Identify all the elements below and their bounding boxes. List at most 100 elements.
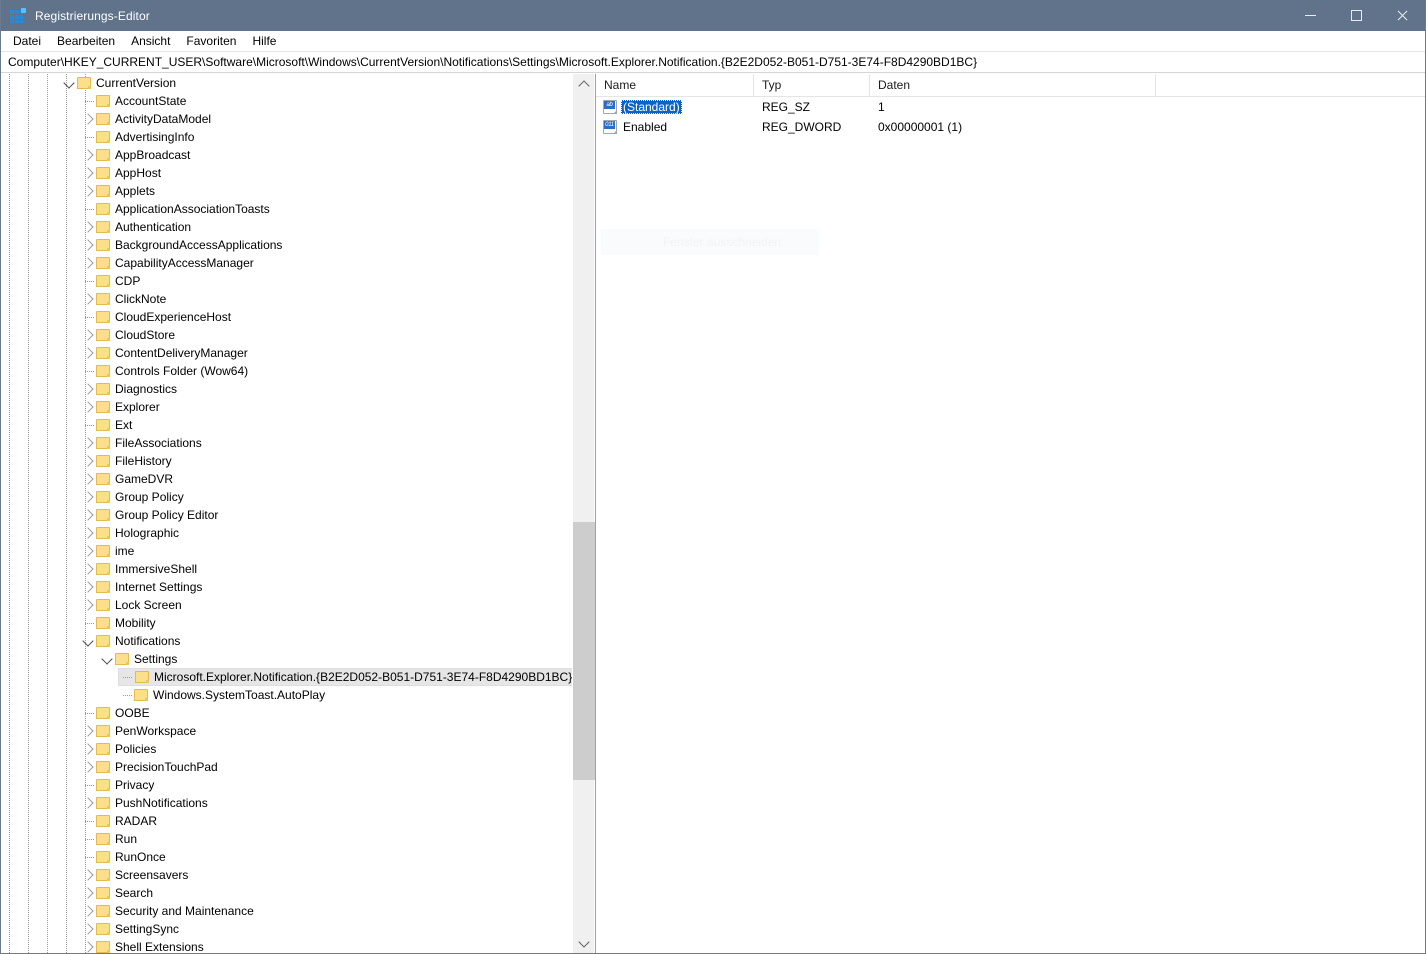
chevron-right-icon[interactable] xyxy=(80,326,96,344)
title-bar[interactable]: Registrierungs-Editor xyxy=(1,0,1425,31)
tree-node[interactable]: Internet Settings xyxy=(1,578,573,596)
tree-node-hit[interactable]: Privacy xyxy=(80,776,158,794)
chevron-down-icon[interactable] xyxy=(61,74,77,92)
tree-node[interactable]: Privacy xyxy=(1,776,573,794)
tree-node[interactable]: AppBroadcast xyxy=(1,146,573,164)
tree-node[interactable]: Screensavers xyxy=(1,866,573,884)
tree-node[interactable]: PushNotifications xyxy=(1,794,573,812)
tree-node-hit[interactable]: Group Policy Editor xyxy=(80,506,222,524)
tree-node[interactable]: ImmersiveShell xyxy=(1,560,573,578)
menu-item-favoriten[interactable]: Favoriten xyxy=(178,32,244,50)
tree-node-hit[interactable]: Controls Folder (Wow64) xyxy=(80,362,252,380)
tree-node[interactable]: CapabilityAccessManager xyxy=(1,254,573,272)
tree-node-hit[interactable]: RunOnce xyxy=(80,848,170,866)
tree-node-hit[interactable]: Search xyxy=(80,884,157,902)
tree-node[interactable]: Lock Screen xyxy=(1,596,573,614)
tree-node-hit[interactable]: ApplicationAssociationToasts xyxy=(80,200,274,218)
tree-node[interactable]: Settings xyxy=(1,650,573,668)
tree-node-hit[interactable]: Applets xyxy=(80,182,159,200)
tree-node[interactable]: BackgroundAccessApplications xyxy=(1,236,573,254)
tree-node-hit[interactable]: Explorer xyxy=(80,398,164,416)
chevron-right-icon[interactable] xyxy=(80,596,96,614)
menu-item-bearbeiten[interactable]: Bearbeiten xyxy=(49,32,123,50)
tree-node-hit[interactable]: RADAR xyxy=(80,812,161,830)
tree-node-hit[interactable]: FileAssociations xyxy=(80,434,206,452)
chevron-right-icon[interactable] xyxy=(80,236,96,254)
chevron-right-icon[interactable] xyxy=(80,524,96,542)
chevron-right-icon[interactable] xyxy=(80,578,96,596)
tree-node[interactable]: Group Policy Editor xyxy=(1,506,573,524)
tree-node[interactable]: SettingSync xyxy=(1,920,573,938)
tree-node[interactable]: Run xyxy=(1,830,573,848)
tree-node[interactable]: Notifications xyxy=(1,632,573,650)
tree-node-hit[interactable]: Mobility xyxy=(80,614,160,632)
column-header-name[interactable]: Name xyxy=(596,74,754,96)
chevron-right-icon[interactable] xyxy=(80,452,96,470)
tree-node-hit[interactable]: Group Policy xyxy=(80,488,188,506)
tree-node-hit[interactable]: OOBE xyxy=(80,704,154,722)
column-header-data[interactable]: Daten xyxy=(870,74,1156,96)
chevron-right-icon[interactable] xyxy=(80,182,96,200)
tree-node[interactable]: Shell Extensions xyxy=(1,938,573,953)
tree-vertical-scrollbar[interactable] xyxy=(572,74,595,953)
tree-node-hit[interactable]: ImmersiveShell xyxy=(80,560,201,578)
value-row[interactable]: 011 Enabled REG_DWORD 0x00000001 (1) xyxy=(596,117,1425,137)
tree-node-hit[interactable]: Shell Extensions xyxy=(80,938,208,953)
chevron-down-icon[interactable] xyxy=(80,632,96,650)
tree-node[interactable]: Mobility xyxy=(1,614,573,632)
minimize-button[interactable] xyxy=(1287,0,1333,31)
tree-node[interactable]: Explorer xyxy=(1,398,573,416)
tree-node-hit[interactable]: Screensavers xyxy=(80,866,192,884)
chevron-right-icon[interactable] xyxy=(80,740,96,758)
tree-node[interactable]: Security and Maintenance xyxy=(1,902,573,920)
tree-node[interactable]: PenWorkspace xyxy=(1,722,573,740)
chevron-right-icon[interactable] xyxy=(80,110,96,128)
tree-node[interactable]: Group Policy xyxy=(1,488,573,506)
tree-node-hit[interactable]: CurrentVersion xyxy=(61,74,180,92)
tree-node[interactable]: RunOnce xyxy=(1,848,573,866)
tree-node-hit[interactable]: ActivityDataModel xyxy=(80,110,215,128)
tree-node[interactable]: ActivityDataModel xyxy=(1,110,573,128)
tree-node[interactable]: ime xyxy=(1,542,573,560)
chevron-right-icon[interactable] xyxy=(80,290,96,308)
tree-node-hit[interactable]: CloudStore xyxy=(80,326,179,344)
tree-node[interactable]: Controls Folder (Wow64) xyxy=(1,362,573,380)
tree-node-hit[interactable]: CDP xyxy=(80,272,144,290)
chevron-right-icon[interactable] xyxy=(80,722,96,740)
tree-node-hit[interactable]: ContentDeliveryManager xyxy=(80,344,252,362)
tree-node[interactable]: ContentDeliveryManager xyxy=(1,344,573,362)
column-header-type[interactable]: Typ xyxy=(754,74,870,96)
tree-node-hit[interactable]: Run xyxy=(80,830,141,848)
tree-node[interactable]: Diagnostics xyxy=(1,380,573,398)
tree-node-hit[interactable]: SettingSync xyxy=(80,920,183,938)
chevron-right-icon[interactable] xyxy=(80,470,96,488)
tree-node[interactable]: FileAssociations xyxy=(1,434,573,452)
tree-node[interactable]: GameDVR xyxy=(1,470,573,488)
menu-item-ansicht[interactable]: Ansicht xyxy=(123,32,178,50)
chevron-right-icon[interactable] xyxy=(80,794,96,812)
tree-node[interactable]: AdvertisingInfo xyxy=(1,128,573,146)
tree-node[interactable]: CloudExperienceHost xyxy=(1,308,573,326)
tree-node[interactable]: RADAR xyxy=(1,812,573,830)
tree-node[interactable]: Authentication xyxy=(1,218,573,236)
tree-node-hit[interactable]: PenWorkspace xyxy=(80,722,200,740)
chevron-right-icon[interactable] xyxy=(80,146,96,164)
scroll-down-button[interactable] xyxy=(573,933,595,953)
tree-node[interactable]: CurrentVersion xyxy=(1,74,573,92)
tree-node-hit[interactable]: AdvertisingInfo xyxy=(80,128,198,146)
tree-node[interactable]: ApplicationAssociationToasts xyxy=(1,200,573,218)
tree-node[interactable]: AccountState xyxy=(1,92,573,110)
chevron-right-icon[interactable] xyxy=(80,506,96,524)
chevron-right-icon[interactable] xyxy=(80,920,96,938)
tree-node-hit[interactable]: Internet Settings xyxy=(80,578,206,596)
scrollbar-thumb[interactable] xyxy=(573,522,595,780)
chevron-right-icon[interactable] xyxy=(80,938,96,953)
chevron-right-icon[interactable] xyxy=(80,866,96,884)
tree-node-hit[interactable]: AccountState xyxy=(80,92,190,110)
menu-item-hilfe[interactable]: Hilfe xyxy=(244,32,284,50)
tree-node[interactable]: Policies xyxy=(1,740,573,758)
tree-node-hit[interactable]: FileHistory xyxy=(80,452,176,470)
tree-node[interactable]: PrecisionTouchPad xyxy=(1,758,573,776)
tree-node[interactable]: CDP xyxy=(1,272,573,290)
tree-node-hit[interactable]: Windows.SystemToast.AutoPlay xyxy=(118,686,329,704)
